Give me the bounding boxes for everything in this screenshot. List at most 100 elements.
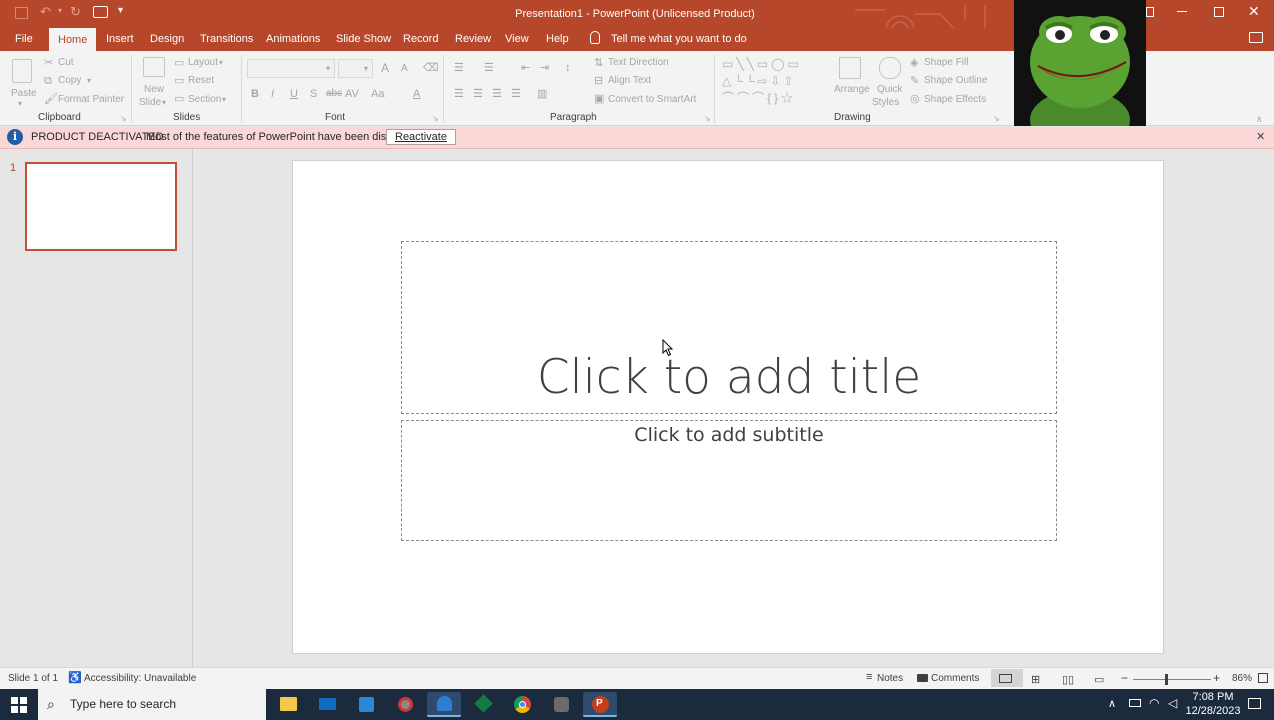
tell-me-search[interactable]: Tell me what you want to do bbox=[611, 31, 747, 51]
convert-smartart-button[interactable]: Convert to SmartArt bbox=[608, 94, 696, 105]
text-shadow-button[interactable]: S bbox=[310, 88, 317, 100]
slide-sorter-icon[interactable]: ⊞ bbox=[1031, 673, 1040, 686]
clear-formatting-icon[interactable]: ⌫ bbox=[423, 62, 439, 74]
layout-dropdown-icon[interactable]: ▾ bbox=[219, 57, 223, 69]
clipboard-launcher-icon[interactable]: ↘ bbox=[120, 113, 127, 125]
tab-insert[interactable]: Insert bbox=[106, 31, 134, 51]
mail-icon[interactable] bbox=[310, 692, 344, 717]
windows-start-icon[interactable] bbox=[11, 697, 27, 713]
zoom-level[interactable]: 86% bbox=[1232, 673, 1252, 684]
strikethrough-button[interactable]: abc bbox=[326, 88, 342, 100]
tab-design[interactable]: Design bbox=[150, 31, 184, 51]
maximize-button[interactable] bbox=[1214, 7, 1224, 17]
tab-file[interactable]: File bbox=[15, 31, 33, 51]
arrange-button[interactable]: Arrange bbox=[834, 84, 870, 95]
font-launcher-icon[interactable]: ↘ bbox=[432, 113, 439, 125]
start-from-beginning-icon[interactable] bbox=[93, 6, 108, 18]
shapes-gallery[interactable]: ▭╲╲▭◯▭ △└└⇨⇩⇧ ⌒⌒⌒{}☆ bbox=[722, 56, 830, 108]
fit-slide-icon[interactable] bbox=[1258, 673, 1268, 683]
chrome-icon[interactable] bbox=[505, 692, 539, 717]
app-icon-blue[interactable] bbox=[427, 692, 461, 717]
columns-icon[interactable]: ▥ bbox=[537, 88, 547, 100]
quick-styles-label-1[interactable]: Quick bbox=[877, 84, 903, 95]
comments-icon[interactable] bbox=[1249, 32, 1263, 43]
slide-thumbnail[interactable] bbox=[25, 162, 177, 251]
underline-button[interactable]: U bbox=[290, 88, 298, 100]
cut-button[interactable]: Cut bbox=[58, 57, 74, 68]
align-right-icon[interactable]: ☰ bbox=[492, 88, 502, 100]
paste-dropdown-icon[interactable]: ▾ bbox=[18, 98, 22, 110]
tab-view[interactable]: View bbox=[505, 31, 529, 51]
paragraph-launcher-icon[interactable]: ↘ bbox=[704, 113, 711, 125]
clock-time[interactable]: 7:08 PM bbox=[1189, 691, 1237, 703]
copy-button[interactable]: Copy bbox=[58, 75, 81, 86]
font-color-button[interactable]: A bbox=[413, 88, 420, 100]
section-button[interactable]: Section bbox=[188, 94, 221, 105]
reactivate-button[interactable]: Reactivate bbox=[386, 129, 456, 145]
font-name-dropdown-icon[interactable]: ▾ bbox=[326, 63, 330, 75]
justify-icon[interactable]: ☰ bbox=[511, 88, 521, 100]
tab-slide-show[interactable]: Slide Show bbox=[336, 31, 391, 51]
increase-indent-icon[interactable]: ⇥ bbox=[540, 62, 549, 74]
action-center-icon[interactable] bbox=[1248, 698, 1261, 709]
center-icon[interactable]: ☰ bbox=[473, 88, 483, 100]
tab-home[interactable]: Home bbox=[49, 28, 97, 51]
app-icon-red[interactable] bbox=[388, 692, 422, 717]
taskbar-search-box[interactable]: ⌕ Type here to search bbox=[38, 689, 266, 720]
change-case-button[interactable]: Aa bbox=[371, 88, 384, 100]
copy-dropdown-icon[interactable]: ▾ bbox=[87, 75, 91, 87]
decrease-font-icon[interactable]: A bbox=[401, 63, 408, 75]
section-dropdown-icon[interactable]: ▾ bbox=[222, 94, 226, 106]
close-message-icon[interactable]: ✕ bbox=[1256, 130, 1265, 143]
line-spacing-icon[interactable]: ↕ bbox=[565, 62, 571, 74]
shape-outline-button[interactable]: Shape Outline bbox=[924, 75, 987, 86]
tab-animations[interactable]: Animations bbox=[266, 31, 320, 51]
clock-date[interactable]: 12/28/2023 bbox=[1185, 705, 1241, 717]
align-text-button[interactable]: Align Text bbox=[608, 75, 651, 86]
character-spacing-button[interactable]: AV bbox=[345, 88, 359, 100]
increase-font-icon[interactable]: A bbox=[381, 62, 389, 74]
italic-button[interactable]: I bbox=[271, 88, 274, 100]
title-placeholder[interactable]: Click to add title bbox=[401, 241, 1057, 414]
undo-icon[interactable]: ↶ bbox=[40, 4, 51, 20]
align-left-icon[interactable]: ☰ bbox=[454, 88, 464, 100]
customize-quick-access-icon[interactable]: ▾ bbox=[118, 5, 123, 16]
notes-button[interactable]: Notes bbox=[877, 673, 903, 684]
new-slide-dropdown-icon[interactable]: ▾ bbox=[162, 97, 166, 109]
quick-styles-label-2[interactable]: Styles bbox=[872, 97, 899, 108]
new-slide-icon[interactable] bbox=[143, 57, 165, 77]
restore-ribbon-icon[interactable] bbox=[1146, 7, 1154, 17]
arrange-icon[interactable] bbox=[839, 57, 861, 79]
zoom-slider-thumb[interactable] bbox=[1164, 674, 1168, 685]
powerpoint-taskbar-icon[interactable]: P bbox=[583, 692, 617, 717]
network-icon[interactable]: ◠ bbox=[1149, 696, 1159, 710]
layout-button[interactable]: Layout bbox=[188, 57, 218, 68]
zoom-out-icon[interactable]: − bbox=[1121, 671, 1128, 685]
text-direction-button[interactable]: Text Direction bbox=[608, 57, 669, 68]
shape-effects-button[interactable]: Shape Effects bbox=[924, 94, 986, 105]
tab-review[interactable]: Review bbox=[455, 31, 491, 51]
font-name-box[interactable] bbox=[247, 59, 335, 78]
paste-icon[interactable] bbox=[12, 59, 32, 83]
save-icon[interactable] bbox=[15, 7, 28, 19]
reset-button[interactable]: Reset bbox=[188, 75, 214, 86]
battery-icon[interactable] bbox=[1129, 699, 1141, 707]
redo-icon[interactable]: ↻ bbox=[70, 4, 81, 20]
zoom-in-icon[interactable]: + bbox=[1213, 671, 1220, 685]
tab-help[interactable]: Help bbox=[546, 31, 569, 51]
reading-view-icon[interactable]: ▯▯ bbox=[1062, 673, 1074, 686]
decrease-indent-icon[interactable]: ⇤ bbox=[521, 62, 530, 74]
close-button[interactable]: ✕ bbox=[1248, 3, 1260, 20]
paste-button[interactable]: Paste bbox=[11, 88, 37, 99]
undo-dropdown-icon[interactable]: ▾ bbox=[58, 6, 62, 15]
drawing-launcher-icon[interactable]: ↘ bbox=[993, 113, 1000, 125]
slide-canvas[interactable]: Click to add title Click to add subtitle bbox=[292, 160, 1164, 654]
minimize-button[interactable] bbox=[1177, 11, 1187, 12]
shape-fill-button[interactable]: Shape Fill bbox=[924, 57, 968, 68]
new-slide-label-1[interactable]: New bbox=[144, 84, 164, 95]
font-size-dropdown-icon[interactable]: ▾ bbox=[364, 63, 368, 75]
zoom-slider[interactable] bbox=[1133, 679, 1211, 680]
store-icon[interactable] bbox=[349, 692, 383, 717]
numbering-icon[interactable]: ☰ bbox=[484, 62, 494, 74]
bullets-icon[interactable]: ☰ bbox=[454, 62, 464, 74]
